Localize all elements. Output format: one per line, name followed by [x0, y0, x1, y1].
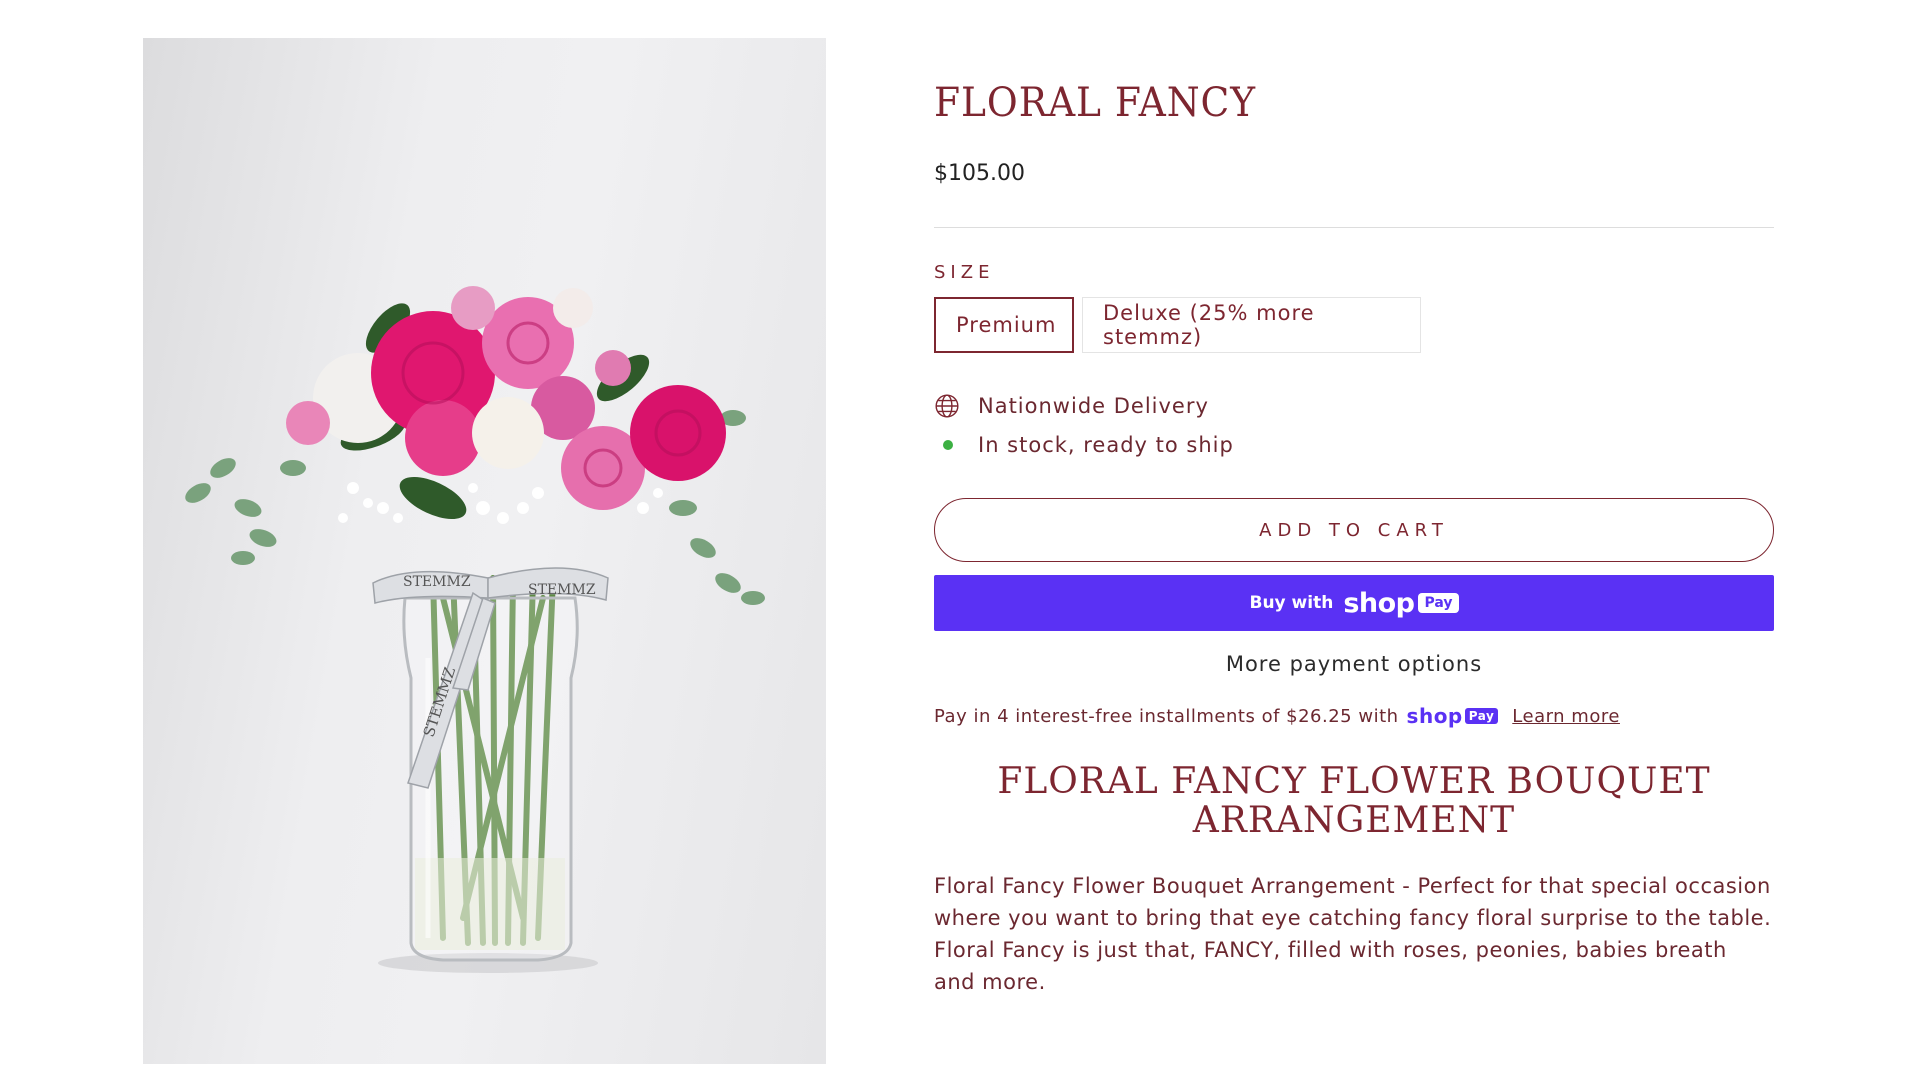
product-image[interactable]: STEMMZ STEMMZ STEMMZ: [143, 38, 826, 1064]
svg-text:STEMMZ: STEMMZ: [403, 574, 471, 590]
stock-status: In stock, ready to ship: [934, 429, 1234, 461]
description-title-line1: FLORAL FANCY FLOWER BOUQUET: [997, 761, 1711, 802]
installments-shop-logo: shop: [1406, 704, 1463, 728]
product-price: $105.00: [934, 161, 1025, 186]
description-body: Floral Fancy Flower Bouquet Arrangement …: [934, 874, 1772, 994]
stock-text: In stock, ready to ship: [978, 433, 1234, 457]
more-payment-options-link[interactable]: More payment options: [934, 652, 1774, 676]
size-label: SIZE: [934, 262, 995, 283]
installments-banner: Pay in 4 interest-free installments of $…: [934, 704, 1620, 728]
globe-icon: [934, 390, 966, 422]
buy-with-shop-pay-button[interactable]: Buy with shop Pay: [934, 575, 1774, 631]
add-to-cart-button[interactable]: ADD TO CART: [934, 498, 1774, 562]
product-title: FLORAL FANCY: [934, 80, 1257, 126]
buy-with-label: Buy with: [1249, 593, 1334, 613]
description-title-line2: ARRANGEMENT: [1192, 800, 1516, 841]
shop-pay-logo: shop: [1343, 587, 1415, 619]
size-option-premium[interactable]: Premium: [934, 297, 1074, 353]
status-dot-icon: [934, 429, 966, 461]
installments-text: Pay in 4 interest-free installments of $…: [934, 705, 1399, 727]
delivery-info: Nationwide Delivery: [934, 390, 1209, 422]
size-option-deluxe[interactable]: Deluxe (25% more stemmz): [1082, 297, 1421, 353]
svg-text:STEMMZ: STEMMZ: [528, 582, 596, 598]
size-options: Premium Deluxe (25% more stemmz): [934, 297, 1421, 353]
learn-more-link[interactable]: Learn more: [1512, 706, 1620, 727]
divider: [934, 227, 1774, 228]
description-title: FLORAL FANCY FLOWER BOUQUET ARRANGEMENT: [934, 762, 1774, 840]
installments-pay-badge: Pay: [1464, 708, 1499, 724]
pay-badge: Pay: [1418, 593, 1459, 613]
delivery-text: Nationwide Delivery: [978, 394, 1209, 418]
